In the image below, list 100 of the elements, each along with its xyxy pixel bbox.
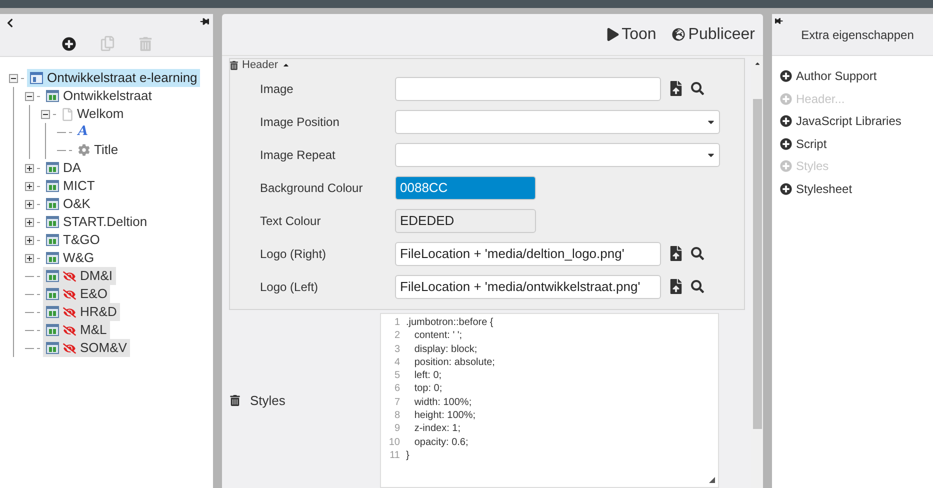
- tree-item[interactable]: W&G: [43, 249, 98, 267]
- tree-item[interactable]: START.Deltion: [43, 213, 150, 231]
- upload-icon[interactable]: [669, 279, 683, 294]
- module-icon: [46, 288, 59, 300]
- delete-icon[interactable]: [230, 60, 238, 70]
- module-icon: [46, 270, 59, 282]
- code-line: left: 0;: [413, 369, 443, 382]
- input-field[interactable]: FileLocation + 'media/deltion_logo.png': [395, 242, 661, 266]
- collapse-toggle-icon[interactable]: [41, 110, 50, 118]
- module-icon: [46, 234, 59, 246]
- resize-handle-icon[interactable]: [709, 477, 715, 483]
- delete-icon[interactable]: [230, 395, 240, 406]
- line-number: 11: [390, 448, 400, 462]
- code-line: z-index: 1;: [413, 422, 462, 436]
- code-editor[interactable]: 1 2 3 4 5 6 7 8 9 10 11 .jumbotron::before { content: ' '; display: block; position: absolute; left: 0; top: 0; width: 100%; height: 100%; z-index: 1; opacity: 0.6; }: [380, 313, 719, 488]
- upload-icon[interactable]: [669, 81, 683, 96]
- tree-item[interactable]: MICT: [43, 177, 98, 195]
- tree-item[interactable]: O&K: [43, 195, 94, 213]
- module-icon: [46, 252, 59, 264]
- window-icon: [30, 72, 43, 84]
- tree-item[interactable]: T&GO: [43, 231, 103, 249]
- add-icon: [780, 160, 792, 172]
- pin-icon[interactable]: [775, 17, 783, 25]
- expand-toggle-icon[interactable]: [25, 254, 34, 262]
- field-label: Logo (Right): [259, 246, 328, 262]
- tree-item[interactable]: Welkom: [59, 105, 127, 123]
- tree-item[interactable]: Ontwikkelstraat e-learning: [27, 69, 200, 87]
- add-icon: [780, 138, 792, 150]
- panel-title: Extra eigenschappen: [801, 26, 914, 44]
- collapse-toggle-icon[interactable]: [9, 74, 18, 82]
- field-label: Image: [259, 80, 294, 98]
- hidden-icon: [63, 342, 76, 354]
- expand-toggle-icon[interactable]: [25, 200, 34, 208]
- tree-item[interactable]: DM&I: [43, 267, 116, 285]
- collapse-toggle-icon[interactable]: [25, 92, 34, 100]
- line-number: 3: [394, 342, 400, 356]
- tree-item[interactable]: M&L: [43, 321, 110, 339]
- code-line: }: [406, 448, 410, 462]
- code-line: position: absolute;: [413, 356, 495, 370]
- color-field[interactable]: EDEDED: [395, 208, 536, 232]
- line-number: 4: [394, 356, 400, 370]
- field-label: Styles: [250, 392, 286, 410]
- play-icon: [606, 28, 619, 41]
- code-line: content: ' ';: [413, 329, 464, 343]
- line-number: 2: [394, 329, 400, 343]
- tree-item[interactable]: E&O: [43, 285, 110, 303]
- caret-icon[interactable]: [282, 61, 290, 69]
- collapse-panel-icon[interactable]: [6, 18, 14, 28]
- input-field[interactable]: [395, 76, 661, 100]
- line-number: 9: [394, 422, 400, 436]
- line-number: 6: [394, 382, 400, 396]
- module-icon: [46, 162, 59, 174]
- module-icon: [46, 306, 59, 318]
- expand-toggle-icon[interactable]: [25, 236, 34, 244]
- add-button[interactable]: [62, 37, 76, 51]
- add-property-item[interactable]: Stylesheet: [780, 178, 933, 200]
- show-button[interactable]: Toon: [606, 22, 656, 46]
- code-line: display: block;: [413, 342, 478, 356]
- search-icon[interactable]: [691, 247, 704, 260]
- section-title: Header: [242, 60, 278, 70]
- tree-item[interactable]: A: [75, 123, 92, 141]
- module-icon: [46, 216, 59, 228]
- expand-toggle-icon[interactable]: [25, 164, 34, 172]
- add-icon: [780, 70, 792, 82]
- gear-icon: [78, 144, 90, 156]
- expand-toggle-icon[interactable]: [25, 218, 34, 226]
- module-icon: [46, 324, 59, 336]
- line-number: 1: [394, 316, 400, 330]
- code-line: top: 0;: [413, 382, 444, 396]
- field-label: Image Repeat: [259, 146, 336, 164]
- tree-item[interactable]: DA: [43, 159, 84, 177]
- add-icon: [780, 115, 792, 128]
- color-field[interactable]: 0088CC: [395, 176, 536, 200]
- tree-item[interactable]: HR&D: [43, 303, 120, 321]
- search-icon[interactable]: [691, 82, 704, 95]
- scroll-thumb[interactable]: [752, 99, 762, 429]
- code-line: opacity: 0.6;: [413, 436, 470, 449]
- scroll-up-icon[interactable]: [754, 60, 760, 67]
- expand-toggle-icon[interactable]: [25, 182, 34, 190]
- input-field[interactable]: FileLocation + 'media/ontwikkelstraat.png': [395, 274, 661, 298]
- pin-icon[interactable]: [200, 17, 209, 26]
- add-property-item[interactable]: JavaScript Libraries: [780, 110, 933, 132]
- tree-item[interactable]: Title: [75, 141, 122, 159]
- add-icon: [780, 182, 792, 195]
- add-property-item[interactable]: Author Support: [780, 65, 933, 88]
- module-icon: [46, 342, 59, 354]
- tree-item[interactable]: SOM&V: [43, 339, 130, 357]
- field-label: Logo (Left): [259, 278, 320, 296]
- module-icon: [46, 198, 59, 210]
- field-label: Image Position: [259, 114, 340, 130]
- search-icon[interactable]: [691, 280, 704, 293]
- field-label: Text Colour: [259, 212, 322, 230]
- upload-icon[interactable]: [669, 246, 683, 261]
- publish-button[interactable]: Publiceer: [672, 22, 755, 46]
- field-label: Background Colour: [259, 180, 364, 196]
- add-property-item[interactable]: Script: [780, 132, 933, 155]
- hidden-icon: [63, 270, 76, 282]
- tree-item[interactable]: Ontwikkelstraat: [43, 87, 155, 105]
- code-line: .jumbotron::before {: [406, 316, 494, 330]
- module-icon: [46, 180, 59, 192]
